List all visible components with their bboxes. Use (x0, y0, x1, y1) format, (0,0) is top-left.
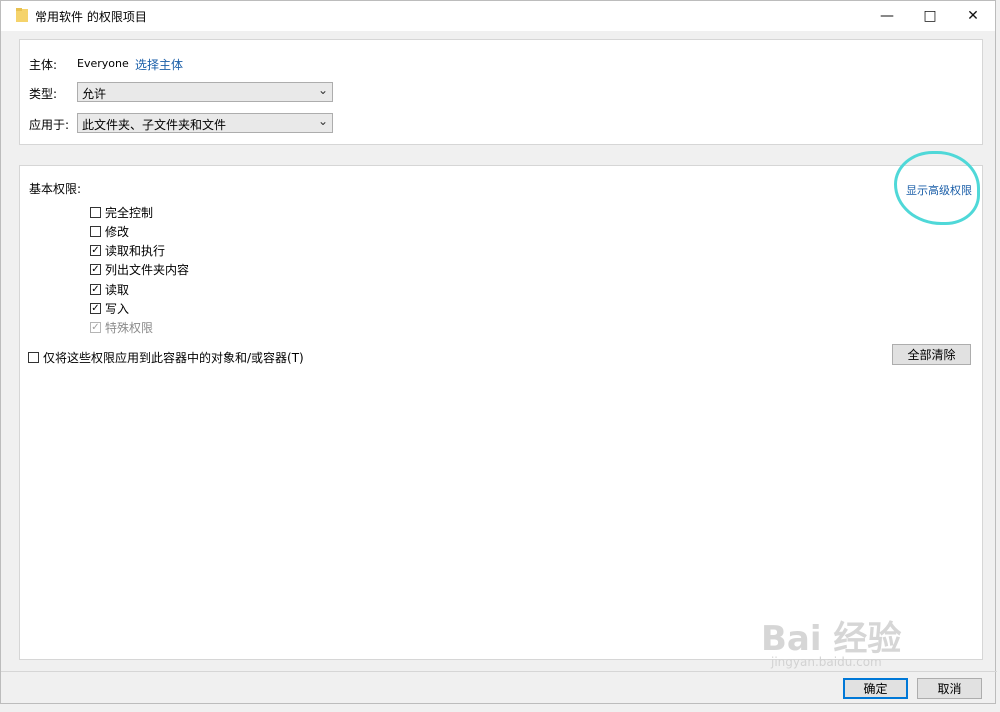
principal-panel: 主体: Everyone 选择主体 类型: 允许 ⌄ 应用于: 此文件夹、子文件… (19, 39, 983, 145)
apply-only-checkbox[interactable] (28, 351, 39, 363)
permission-checkbox[interactable] (90, 225, 101, 237)
title-bar: 常用软件 的权限项目 — □ ✕ (1, 1, 995, 31)
permission-checkbox[interactable] (90, 264, 101, 276)
applies-to-select-value: 此文件夹、子文件夹和文件 (82, 118, 227, 132)
permission-row[interactable]: 完全控制 (90, 204, 153, 220)
applies-to-label: 应用于: (29, 118, 70, 132)
applies-to-select[interactable]: 此文件夹、子文件夹和文件 ⌄ (77, 113, 333, 133)
watermark-text: Bai 经验 (761, 619, 902, 659)
close-button[interactable]: ✕ (950, 1, 996, 31)
ok-button[interactable]: 确定 (843, 678, 908, 699)
permission-label: 读取 (105, 282, 130, 297)
permission-label: 特殊权限 (105, 321, 154, 336)
apply-only-checkbox-row[interactable]: 仅将这些权限应用到此容器中的对象和/或容器(T) (28, 349, 304, 365)
type-select-value: 允许 (82, 87, 107, 101)
clear-all-button[interactable]: 全部清除 (892, 344, 971, 365)
permission-label: 写入 (105, 302, 130, 316)
permission-checkbox[interactable] (90, 303, 101, 314)
show-advanced-permissions-link[interactable]: 显示高级权限 (906, 182, 972, 198)
cancel-button[interactable]: 取消 (917, 678, 982, 699)
permission-checkbox (90, 322, 101, 334)
permission-checkbox[interactable] (90, 283, 101, 295)
permission-row[interactable]: 读取 (90, 281, 129, 297)
divider (1, 671, 997, 672)
basic-permissions-header: 基本权限: (29, 182, 82, 196)
chevron-down-icon: ⌄ (317, 83, 328, 97)
minimize-button[interactable]: — (864, 1, 910, 31)
principal-value: Everyone (77, 57, 129, 70)
permission-row[interactable]: 列出文件夹内容 (90, 262, 189, 278)
basic-permissions-panel: 基本权限: 显示高级权限 完全控制修改读取和执行列出文件夹内容读取写入特殊权限 … (19, 165, 983, 660)
window-title: 常用软件 的权限项目 (35, 10, 147, 24)
permission-checkbox[interactable] (90, 206, 101, 218)
permission-row: 特殊权限 (90, 320, 153, 336)
type-select[interactable]: 允许 ⌄ (77, 82, 333, 102)
permission-row[interactable]: 读取和执行 (90, 243, 165, 259)
permission-entry-dialog: 常用软件 的权限项目 — □ ✕ 主体: Everyone 选择主体 类型: 允… (0, 0, 997, 704)
permission-label: 读取和执行 (105, 244, 166, 259)
permission-label: 列出文件夹内容 (105, 263, 190, 278)
watermark-url: jingyan.baidu.com (771, 655, 882, 669)
permission-row[interactable]: 修改 (90, 223, 129, 239)
chevron-down-icon: ⌄ (317, 114, 328, 128)
principal-label: 主体: (29, 58, 58, 72)
permission-row[interactable]: 写入 (90, 301, 129, 317)
select-principal-link[interactable]: 选择主体 (135, 56, 183, 73)
apply-only-label: 仅将这些权限应用到此容器中的对象和/或容器(T) (43, 350, 304, 365)
folder-icon (16, 8, 28, 22)
permission-label: 修改 (105, 224, 130, 239)
watermark-logo: Bai 经验 (761, 611, 901, 660)
permission-label: 完全控制 (105, 205, 154, 220)
permission-checkbox[interactable] (90, 245, 101, 257)
maximize-button[interactable]: □ (907, 1, 953, 31)
type-label: 类型: (29, 87, 58, 101)
